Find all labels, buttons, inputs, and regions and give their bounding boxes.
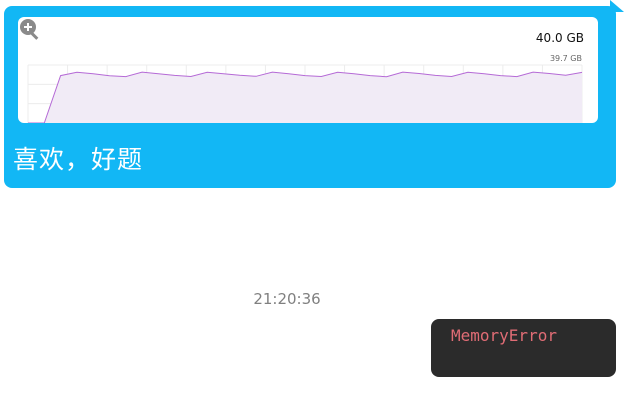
memory-usage-chart	[27, 64, 583, 123]
code-text: MemoryError	[451, 326, 557, 345]
chart-max-label: 40.0 GB	[535, 31, 584, 45]
message-timestamp: 21:20:36	[253, 290, 321, 308]
chart-current-label: 39.7 GB	[549, 54, 582, 63]
memory-area-fill	[28, 72, 582, 123]
bubble-tail	[610, 0, 624, 12]
message-text: 喜欢，好题	[13, 145, 144, 174]
memory-chart-image[interactable]: 40.0 GB 39.7 GB	[18, 17, 598, 123]
zoom-in-icon[interactable]	[18, 17, 42, 41]
outgoing-code-bubble[interactable]: MemoryError	[431, 319, 616, 377]
